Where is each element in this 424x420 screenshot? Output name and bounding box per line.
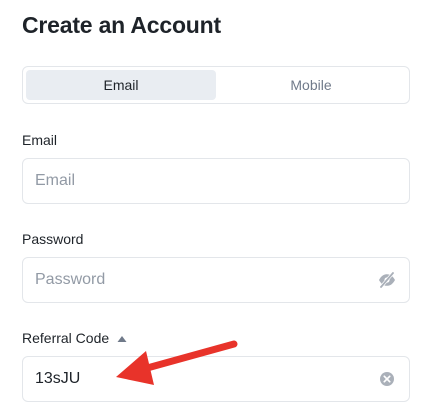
tab-mobile[interactable]: Mobile xyxy=(216,70,406,100)
signup-method-tabs: Email Mobile xyxy=(22,66,410,104)
page-title: Create an Account xyxy=(22,12,221,38)
password-field[interactable] xyxy=(35,271,377,289)
password-field-box[interactable] xyxy=(22,257,410,303)
eye-slash-icon[interactable] xyxy=(377,270,397,290)
tab-email[interactable]: Email xyxy=(26,70,216,100)
email-field-box[interactable] xyxy=(22,158,410,204)
referral-code-field[interactable] xyxy=(35,370,377,388)
referral-label-text: Referral Code xyxy=(22,330,110,346)
email-label: Email xyxy=(22,132,57,148)
caret-up-icon[interactable] xyxy=(117,330,127,346)
email-field[interactable] xyxy=(35,172,397,190)
password-label-text: Password xyxy=(22,231,84,247)
password-label: Password xyxy=(22,231,83,247)
create-account-form: Create an Account Email Mobile Email Pas… xyxy=(0,0,424,420)
email-label-text: Email xyxy=(22,132,58,148)
clear-circle-icon[interactable] xyxy=(377,369,397,389)
referral-code-toggle[interactable]: Referral Code xyxy=(22,330,127,346)
referral-field-box[interactable] xyxy=(22,356,410,402)
